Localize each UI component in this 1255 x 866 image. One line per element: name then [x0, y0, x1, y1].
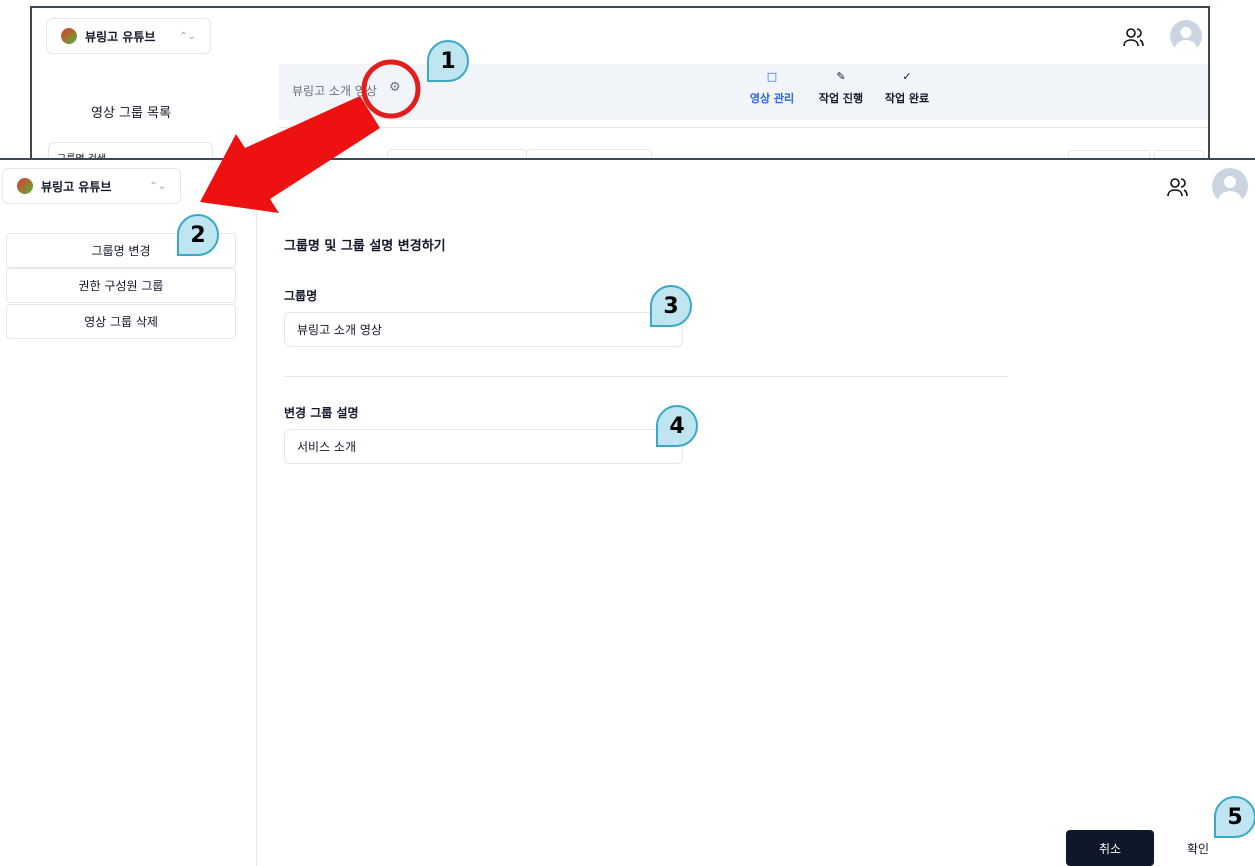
step-badge-3: 3 [650, 285, 692, 327]
workspace-name: 뷰링고 유튜브 [85, 29, 156, 44]
inset-action-box[interactable] [1154, 150, 1204, 158]
sidebar-item-delete-group[interactable]: 영상 그룹 삭제 [6, 304, 236, 339]
inset-filter-box[interactable] [526, 149, 652, 158]
tab-completed[interactable]: ✓ 작업 완료 [877, 64, 937, 106]
workspace-select[interactable]: 뷰링고 유튜브 ⌃⌄ [46, 18, 211, 54]
tab-in-progress[interactable]: ✎ 작업 진행 [811, 64, 871, 106]
form-divider [284, 376, 1008, 377]
inset-filter-box[interactable] [387, 149, 527, 158]
step-badge-4: 4 [656, 405, 698, 447]
inset-sidebar-title: 영상 그룹 목록 [91, 106, 172, 121]
inset-search-box[interactable]: 그룹명 검색 [48, 142, 213, 158]
inset-search-text: 그룹명 검색 [57, 150, 106, 159]
calendar-icon: □ [766, 70, 778, 83]
avatar[interactable] [1212, 168, 1248, 204]
inset-action-box[interactable] [1068, 150, 1150, 158]
screenshot-separator [0, 158, 1255, 160]
workspace-select[interactable]: 뷰링고 유튜브 ⌃⌄ [2, 168, 181, 204]
users-icon[interactable] [1122, 26, 1146, 48]
group-name-label: 그룹명 [284, 289, 318, 303]
tab-video-manage[interactable]: □ 영상 관리 [742, 64, 802, 106]
edit-icon: ✎ [836, 70, 846, 83]
sidebar-divider [256, 212, 257, 866]
group-description-input[interactable] [284, 429, 683, 464]
cancel-button[interactable]: 취소 [1066, 830, 1154, 866]
chevron-updown-icon: ⌃⌄ [149, 180, 166, 192]
check-icon: ✓ [902, 70, 912, 83]
workspace-name: 뷰링고 유튜브 [41, 179, 112, 194]
users-icon[interactable] [1166, 176, 1190, 198]
red-arrow-icon [200, 96, 380, 213]
chevron-updown-icon: ⌃⌄ [179, 30, 196, 42]
group-name-input[interactable] [284, 312, 683, 347]
avatar[interactable] [1170, 20, 1202, 52]
inset-divider [279, 127, 1208, 128]
step-badge-2: 2 [177, 214, 219, 256]
page-title: 그룹명 및 그룹 설명 변경하기 [284, 239, 446, 254]
step-badge-1: 1 [427, 40, 469, 82]
step-badge-5: 5 [1214, 796, 1255, 838]
group-description-label: 변경 그룹 설명 [284, 406, 359, 420]
workspace-logo-icon [61, 28, 77, 44]
sidebar-item-member-permissions[interactable]: 권한 구성원 그룹 [6, 268, 236, 303]
workspace-logo-icon [17, 178, 33, 194]
